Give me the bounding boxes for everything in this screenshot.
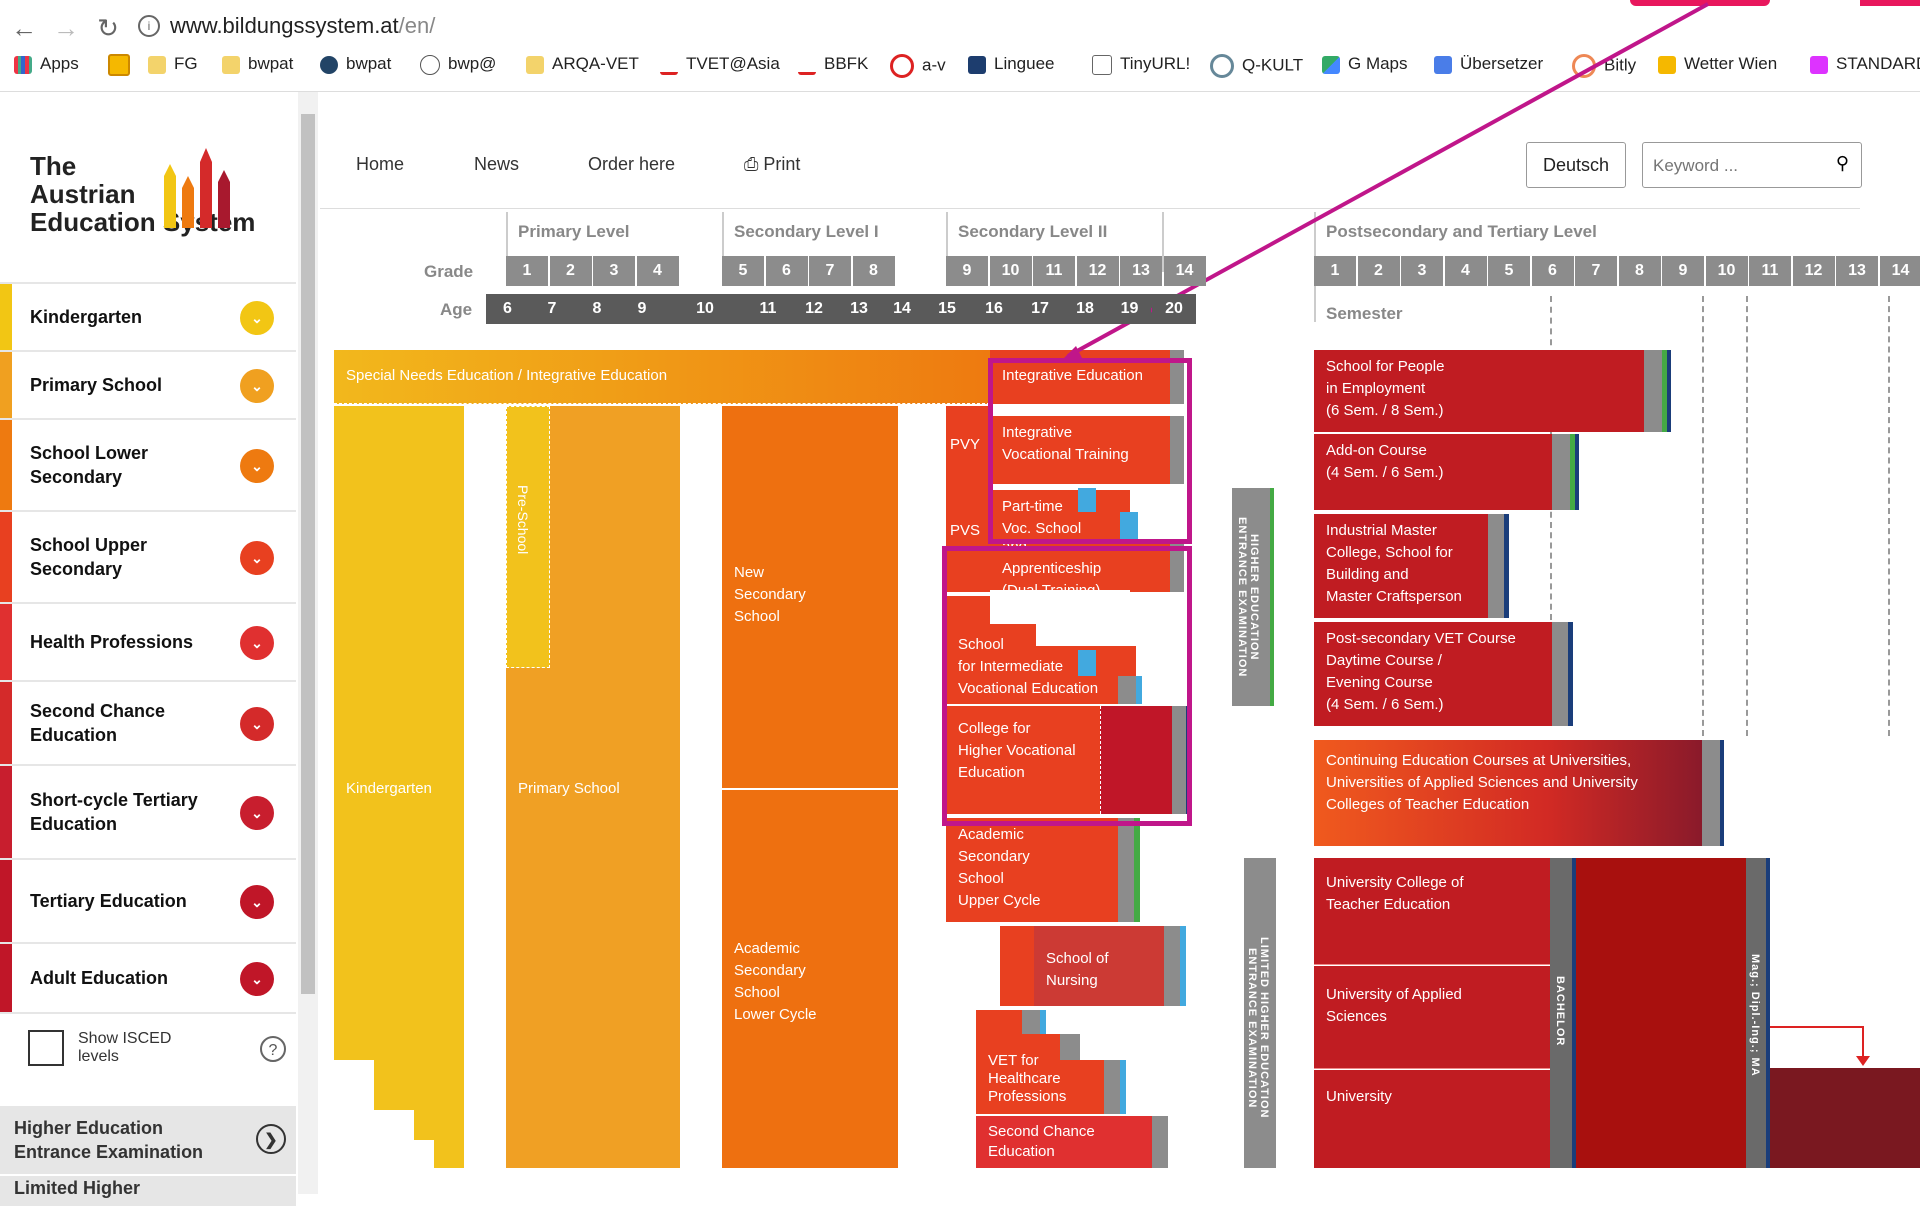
age-cell: 19 — [1108, 294, 1151, 324]
semester-cell: 7 — [1575, 256, 1617, 286]
semester-cell: 13 — [1836, 256, 1878, 286]
age-cell: 15 — [924, 294, 970, 324]
semester-cell: 12 — [1793, 256, 1835, 286]
age-cell: 20 — [1152, 294, 1196, 324]
grade-cell: 8 — [853, 256, 895, 286]
age-cell: 9 — [620, 294, 664, 324]
grade-cell: 1 — [506, 256, 548, 286]
semester-cell: 14 — [1880, 256, 1920, 286]
grade-cell: 3 — [593, 256, 635, 286]
grade-cell: 13 — [1120, 256, 1162, 286]
age-cell: 8 — [575, 294, 619, 324]
grade-cell: 12 — [1077, 256, 1119, 286]
age-cell: 7 — [530, 294, 574, 324]
grade-cell: 2 — [550, 256, 592, 286]
age-cell: 6 — [486, 294, 529, 324]
age-cell: 11 — [746, 294, 790, 324]
age-cell: 18 — [1063, 294, 1107, 324]
age-cell: 13 — [837, 294, 881, 324]
grade-cell: 10 — [990, 256, 1032, 286]
grade-cell: 9 — [946, 256, 988, 286]
grade-cell: 11 — [1033, 256, 1075, 286]
age-cell: 17 — [1018, 294, 1062, 324]
grade-cell: 4 — [637, 256, 679, 286]
grade-cell: 7 — [809, 256, 851, 286]
semester-cell: 9 — [1662, 256, 1704, 286]
annotation-arrow — [0, 0, 1920, 1194]
education-diagram: Primary Level Secondary Level I Secondar… — [0, 0, 1920, 1194]
semester-cell: 8 — [1619, 256, 1661, 286]
grade-cell: 6 — [766, 256, 808, 286]
age-cell: 14 — [882, 294, 922, 324]
grade-cell: 14 — [1164, 256, 1206, 286]
semester-cell: 3 — [1401, 256, 1443, 286]
semester-cell: 4 — [1445, 256, 1487, 286]
age-cell: 12 — [792, 294, 836, 324]
semester-cell: 11 — [1749, 256, 1791, 286]
semester-cell: 5 — [1488, 256, 1530, 286]
age-cell: 10 — [666, 294, 744, 324]
semester-cell: 6 — [1532, 256, 1574, 286]
semester-cell: 10 — [1706, 256, 1748, 286]
grade-cell: 5 — [722, 256, 764, 286]
semester-cell: 1 — [1314, 256, 1356, 286]
age-cell: 16 — [972, 294, 1016, 324]
semester-cell: 2 — [1358, 256, 1400, 286]
